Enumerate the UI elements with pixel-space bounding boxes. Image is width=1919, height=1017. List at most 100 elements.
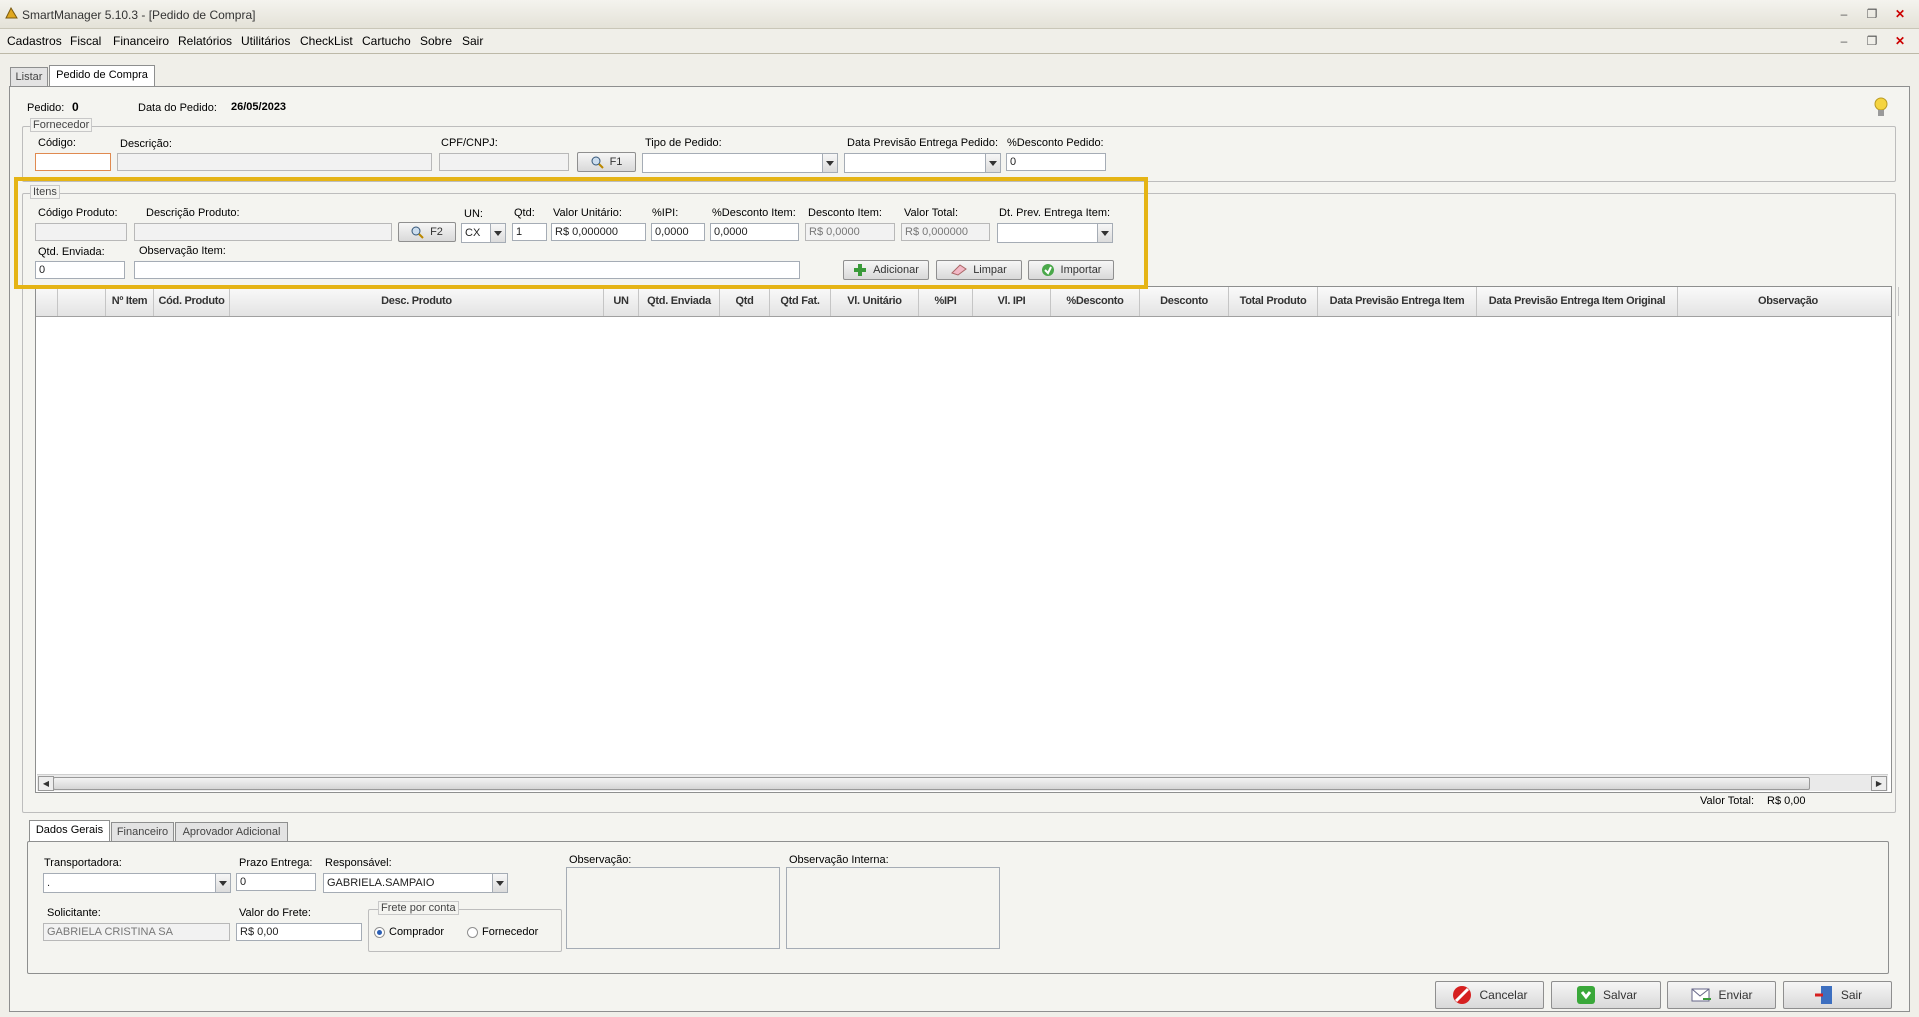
valor-frete-input[interactable] [236,923,362,941]
restore-button[interactable]: ❐ [1858,4,1886,24]
fornecedor-descricao-input[interactable] [117,153,432,171]
chevron-down-icon[interactable] [822,154,837,172]
desconto-pedido-label: %Desconto Pedido: [1007,137,1104,149]
col-data-previsao[interactable]: Data Previsão Entrega Item [1318,287,1477,316]
tab-aprovador-adicional[interactable]: Aprovador Adicional [175,822,288,841]
horizontal-scrollbar[interactable]: ◀ ▶ [37,774,1888,791]
col-desc-produto[interactable]: Desc. Produto [230,287,604,316]
data-previsao-pedido-select[interactable] [844,153,1001,173]
dt-prev-item-select[interactable] [997,223,1113,243]
desconto-item-input[interactable] [805,223,895,241]
produto-search-button[interactable]: F2 [398,222,456,242]
enviar-button[interactable]: Enviar [1667,981,1776,1009]
desconto-pedido-input[interactable] [1006,153,1106,171]
desconto-item-pct-input[interactable] [710,223,799,241]
child-restore-button[interactable]: ❐ [1858,31,1886,51]
responsavel-select[interactable]: GABRIELA.SAMPAIO [323,873,508,893]
descricao-produto-input[interactable] [134,223,392,241]
adicionar-label: Adicionar [873,264,919,276]
sair-button[interactable]: Sair [1783,981,1892,1009]
prazo-entrega-input[interactable] [236,873,316,891]
col-vl-ipi[interactable]: Vl. IPI [973,287,1051,316]
menu-relatorios[interactable]: Relatórios [178,34,232,48]
col-qtd[interactable]: Qtd [720,287,770,316]
col-total-produto[interactable]: Total Produto [1229,287,1318,316]
minimize-button[interactable]: – [1830,4,1858,24]
menu-cadastros[interactable]: Cadastros [7,34,62,48]
tipo-pedido-select[interactable] [642,153,838,173]
lightbulb-icon[interactable] [1874,97,1888,119]
fornecedor-label[interactable]: Fornecedor [482,926,538,938]
chevron-down-icon[interactable] [215,874,230,892]
cpf-cnpj-input[interactable] [439,153,569,171]
tab-pedido-de-compra[interactable]: Pedido de Compra [49,65,155,86]
chevron-down-icon[interactable] [492,874,507,892]
ipi-label: %IPI: [652,207,679,219]
observacao-item-label: Observação Item: [139,245,226,257]
fornecedor-search-button[interactable]: F1 [577,152,636,172]
menu-fiscal[interactable]: Fiscal [70,34,101,48]
col-qtd-fat[interactable]: Qtd Fat. [770,287,831,316]
cancel-icon [1453,986,1472,1004]
valor-unitario-input[interactable] [551,223,646,241]
adicionar-button[interactable]: Adicionar [843,260,929,280]
observacao-interna-textarea[interactable] [786,867,1000,949]
close-button[interactable]: ✕ [1886,4,1914,24]
ipi-input[interactable] [651,223,705,241]
importar-button[interactable]: Importar [1028,260,1114,280]
qtd-enviada-input[interactable] [35,261,125,279]
menu-cartucho[interactable]: Cartucho [362,34,411,48]
col-qtd-enviada[interactable]: Qtd. Enviada [639,287,720,316]
valor-total-item-input[interactable] [901,223,990,241]
pedido-label: Pedido: [27,102,65,114]
comprador-radio[interactable] [374,927,385,938]
menu-sobre[interactable]: Sobre [420,34,452,48]
un-select[interactable]: CX [461,223,506,243]
observacao-textarea[interactable] [566,867,780,949]
menu-sair[interactable]: Sair [462,34,483,48]
col-data-previsao-original[interactable]: Data Previsão Entrega Item Original [1477,287,1678,316]
col-desconto[interactable]: Desconto [1140,287,1229,316]
solicitante-input[interactable] [43,923,230,941]
observacao-item-input[interactable] [134,261,800,279]
qtd-input[interactable] [512,223,547,241]
fornecedor-codigo-input[interactable] [35,153,111,171]
cancelar-button[interactable]: Cancelar [1435,981,1544,1009]
save-icon [1576,986,1595,1004]
magnifier-icon [411,226,424,239]
title-bar: SmartManager 5.10.3 - [Pedido de Compra]… [0,0,1919,29]
chevron-down-icon[interactable] [1097,224,1112,242]
codigo-produto-input[interactable] [35,223,127,241]
scroll-left-icon[interactable]: ◀ [38,776,54,791]
select-column [58,287,106,316]
col-observacao[interactable]: Observação [1678,287,1899,316]
comprador-label[interactable]: Comprador [389,926,444,938]
tab-dados-gerais[interactable]: Dados Gerais [29,820,110,841]
salvar-button[interactable]: Salvar [1551,981,1661,1009]
menu-financeiro[interactable]: Financeiro [113,34,169,48]
chevron-down-icon[interactable] [985,154,1000,172]
frete-por-conta-title: Frete por conta [378,901,459,915]
menu-checklist[interactable]: CheckList [300,34,353,48]
scroll-thumb[interactable] [53,777,1810,790]
col-pct-desconto[interactable]: %Desconto [1051,287,1140,316]
col-n-item[interactable]: Nº Item [106,287,154,316]
descricao-label: Descrição: [120,138,172,150]
menu-utilitarios[interactable]: Utilitários [241,34,290,48]
itens-grid[interactable]: Nº Item Cód. Produto Desc. Produto UN Qt… [35,286,1899,793]
sair-label: Sair [1840,988,1863,1002]
col-cod-produto[interactable]: Cód. Produto [154,287,230,316]
chevron-down-icon[interactable] [490,224,505,242]
child-close-button[interactable]: ✕ [1886,31,1914,51]
col-un[interactable]: UN [604,287,639,316]
transportadora-select[interactable]: . [43,873,231,893]
child-minimize-button[interactable]: – [1830,31,1858,51]
scroll-right-icon[interactable]: ▶ [1871,776,1887,791]
fornecedor-radio[interactable] [467,927,478,938]
col-vl-unitario[interactable]: Vl. Unitário [831,287,919,316]
tab-financeiro[interactable]: Financeiro [111,822,174,841]
salvar-label: Salvar [1602,988,1637,1002]
limpar-button[interactable]: Limpar [936,260,1022,280]
tab-listar[interactable]: Listar [10,67,48,86]
col-ipi[interactable]: %IPI [919,287,973,316]
